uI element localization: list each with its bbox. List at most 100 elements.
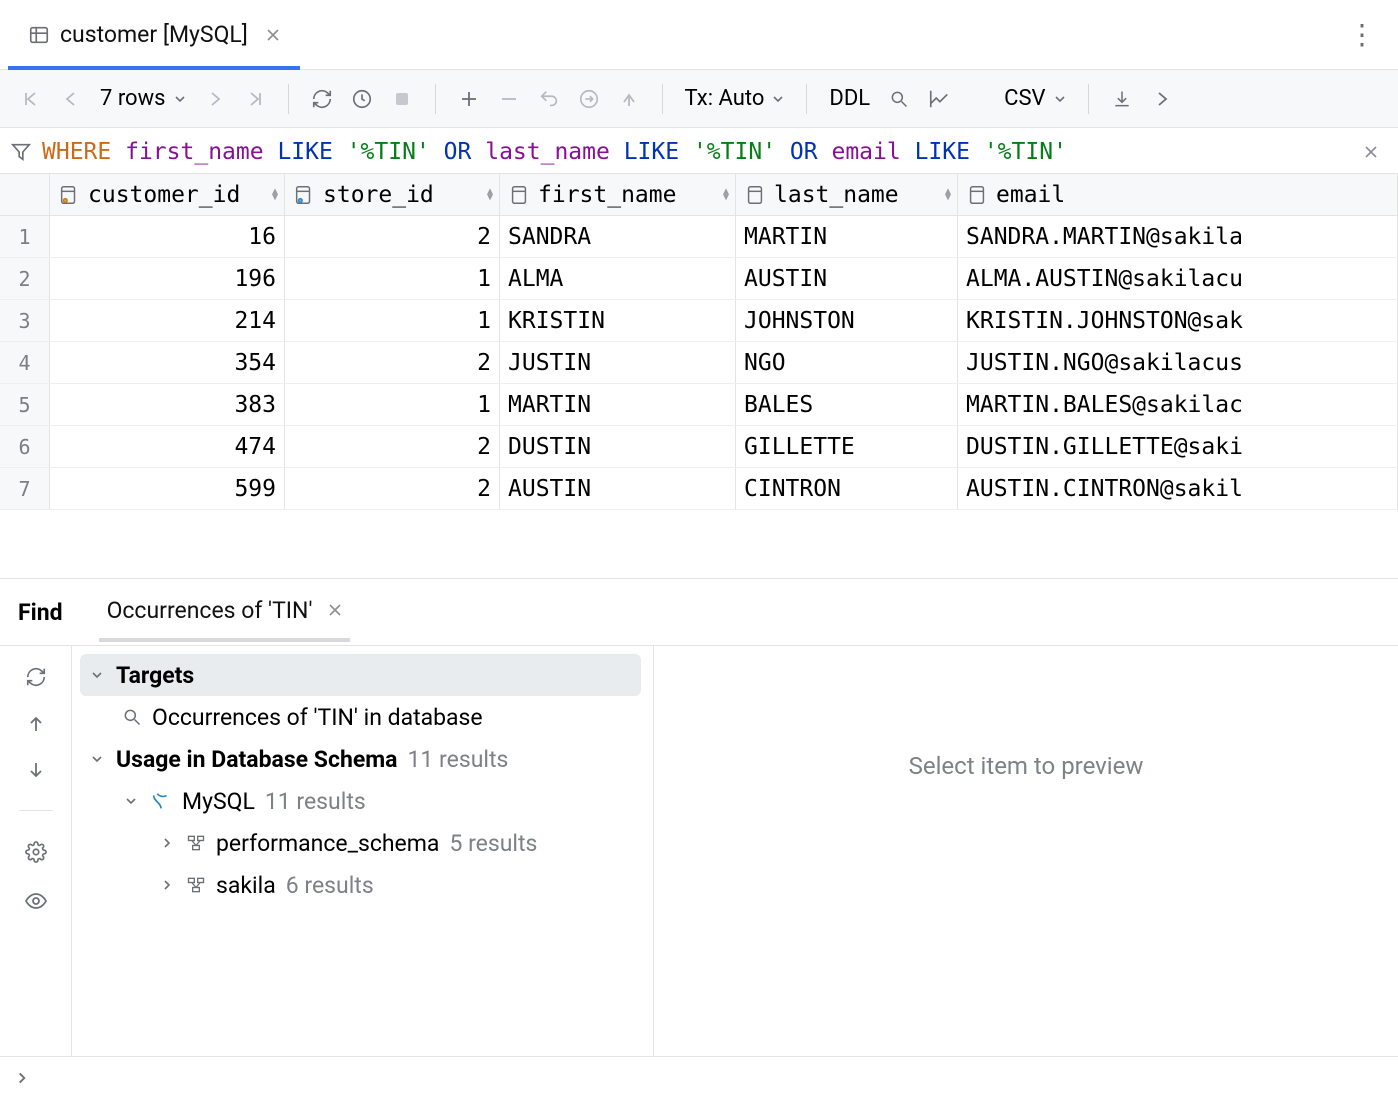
tree-node-label: Targets [116,662,194,689]
close-icon[interactable] [328,603,342,617]
cell-email[interactable]: KRISTIN.JOHNSTON@sak [958,300,1398,341]
download-icon[interactable] [1105,81,1139,117]
cell-customer-id[interactable]: 354 [50,342,285,383]
ddl-button[interactable]: DDL [823,81,876,117]
cell-last-name[interactable]: BALES [736,384,958,425]
chevron-down-icon [88,668,106,682]
cell-first-name[interactable]: MARTIN [500,384,736,425]
export-format-dropdown[interactable]: CSV [998,81,1071,117]
tree-node-performance-schema[interactable]: performance_schema 5 results [80,822,641,864]
filter-icon[interactable] [10,141,32,163]
table-row[interactable]: 53831MARTINBALESMARTIN.BALES@sakilac [0,384,1398,426]
tree-node-targets[interactable]: Targets [80,654,641,696]
table-row[interactable]: 1162SANDRAMARTINSANDRA.MARTIN@sakila [0,216,1398,258]
table-icon [28,24,50,46]
refresh-icon[interactable] [25,666,47,688]
more-menu-icon[interactable]: ⋮ [1348,18,1390,51]
tree-node-sakila[interactable]: sakila 6 results [80,864,641,906]
cell-store-id[interactable]: 1 [285,384,500,425]
revert-icon[interactable] [532,81,566,117]
add-row-icon[interactable] [452,81,486,117]
column-header-email[interactable]: email [958,174,1398,215]
last-page-icon[interactable] [238,81,272,117]
cell-last-name[interactable]: AUSTIN [736,258,958,299]
close-icon[interactable] [266,28,280,42]
tab-occurrences[interactable]: Occurrences of 'TIN' [107,597,343,628]
cell-last-name[interactable]: MARTIN [736,216,958,257]
column-header-first-name[interactable]: first_name ▲▼ [500,174,736,215]
next-occurrence-icon[interactable] [26,760,46,780]
sort-indicator-icon: ▲▼ [487,189,493,201]
cell-first-name[interactable]: JUSTIN [500,342,736,383]
tree-node-mysql[interactable]: MySQL 11 results [80,780,641,822]
cell-store-id[interactable]: 1 [285,300,500,341]
cell-customer-id[interactable]: 599 [50,468,285,509]
next-page-icon[interactable] [198,81,232,117]
column-header-customer-id[interactable]: customer_id ▲▼ [50,174,285,215]
tree-node-count: 11 results [407,746,508,773]
cell-last-name[interactable]: NGO [736,342,958,383]
cell-store-id[interactable]: 2 [285,216,500,257]
tab-customer[interactable]: customer [MySQL] [8,0,300,69]
stop-icon[interactable] [385,81,419,117]
cell-email[interactable]: SANDRA.MARTIN@sakila [958,216,1398,257]
cell-store-id[interactable]: 1 [285,258,500,299]
tx-mode-label: Tx: Auto [685,86,765,111]
cell-email[interactable]: MARTIN.BALES@sakilac [958,384,1398,425]
cell-first-name[interactable]: DUSTIN [500,426,736,467]
cell-first-name[interactable]: SANDRA [500,216,736,257]
column-header-last-name[interactable]: last_name ▲▼ [736,174,958,215]
cell-store-id[interactable]: 2 [285,468,500,509]
filter-expression[interactable]: WHERE first_name LIKE '%TIN' OR last_nam… [42,139,1067,165]
find-side-toolbar [0,646,72,1056]
cell-first-name[interactable]: ALMA [500,258,736,299]
cell-customer-id[interactable]: 474 [50,426,285,467]
prev-page-icon[interactable] [54,81,88,117]
chart-icon[interactable] [922,81,956,117]
rownum-header [0,174,50,215]
cell-customer-id[interactable]: 196 [50,258,285,299]
column-label: last_name [774,182,899,208]
prev-occurrence-icon[interactable] [26,714,46,734]
table-row[interactable]: 75992AUSTINCINTRONAUSTIN.CINTRON@sakil [0,468,1398,510]
column-header-store-id[interactable]: store_id ▲▼ [285,174,500,215]
cell-customer-id[interactable]: 214 [50,300,285,341]
history-icon[interactable] [345,81,379,117]
delete-row-icon[interactable] [492,81,526,117]
cell-first-name[interactable]: AUSTIN [500,468,736,509]
cell-store-id[interactable]: 2 [285,342,500,383]
submit-icon[interactable] [572,81,606,117]
row-count-dropdown[interactable]: 7 rows [94,81,192,117]
find-label[interactable]: Find [18,599,63,626]
cell-email[interactable]: DUSTIN.GILLETTE@saki [958,426,1398,467]
cell-customer-id[interactable]: 16 [50,216,285,257]
cell-last-name[interactable]: CINTRON [736,468,958,509]
first-page-icon[interactable] [14,81,48,117]
gear-icon[interactable] [25,841,47,863]
table-row[interactable]: 21961ALMAAUSTINALMA.AUSTIN@sakilacu [0,258,1398,300]
commit-icon[interactable] [612,81,646,117]
tx-mode-dropdown[interactable]: Tx: Auto [679,81,791,117]
cell-store-id[interactable]: 2 [285,426,500,467]
sort-indicator-icon: ▲▼ [945,189,951,201]
cell-email[interactable]: ALMA.AUSTIN@sakilacu [958,258,1398,299]
preview-icon[interactable] [24,889,48,913]
cell-last-name[interactable]: GILLETTE [736,426,958,467]
table-row[interactable]: 32141KRISTINJOHNSTONKRISTIN.JOHNSTON@sak [0,300,1398,342]
reload-icon[interactable] [305,81,339,117]
tree-node-targets-child[interactable]: Occurrences of 'TIN' in database [80,696,641,738]
cell-last-name[interactable]: JOHNSTON [736,300,958,341]
search-icon[interactable] [882,81,916,117]
cell-email[interactable]: JUSTIN.NGO@sakilacus [958,342,1398,383]
separator [19,810,53,811]
close-icon[interactable] [1364,145,1384,159]
chevron-right-icon[interactable] [14,1070,30,1086]
key-column-icon [293,184,315,206]
table-row[interactable]: 43542JUSTINNGOJUSTIN.NGO@sakilacus [0,342,1398,384]
tree-node-usage[interactable]: Usage in Database Schema 11 results [80,738,641,780]
expand-icon[interactable] [1145,81,1179,117]
cell-first-name[interactable]: KRISTIN [500,300,736,341]
table-row[interactable]: 64742DUSTINGILLETTEDUSTIN.GILLETTE@saki [0,426,1398,468]
cell-email[interactable]: AUSTIN.CINTRON@sakil [958,468,1398,509]
cell-customer-id[interactable]: 383 [50,384,285,425]
